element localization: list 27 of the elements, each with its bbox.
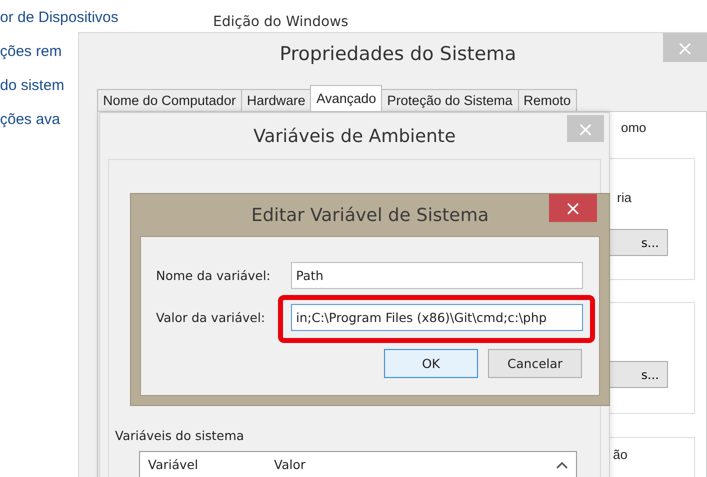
- dialog-title: Editar Variável de Sistema: [251, 204, 489, 226]
- field-label: Valor da variável:: [156, 310, 266, 325]
- tab[interactable]: Proteção do Sistema: [381, 89, 518, 111]
- panel-text: omo: [621, 120, 646, 135]
- sidebar-link[interactable]: ções ava: [0, 110, 60, 129]
- panel-text: ão: [613, 447, 628, 462]
- cancel-button[interactable]: Cancelar: [488, 349, 582, 378]
- window-title: Variáveis de Ambiente: [253, 126, 456, 146]
- field-label: Nome da variável:: [156, 268, 272, 283]
- input-field[interactable]: in;C:\Program Files (x86)\Git\cmd;c:\php: [291, 304, 583, 331]
- sidebar-link[interactable]: ções rem: [0, 42, 62, 61]
- close-button[interactable]: ×: [549, 194, 597, 222]
- group-label: Variáveis do sistema: [115, 428, 246, 443]
- section-heading: Edição do Windows: [213, 14, 348, 30]
- tab[interactable]: Nome do Computador: [97, 89, 242, 111]
- tab[interactable]: Hardware: [240, 89, 312, 111]
- input-field[interactable]: Path: [291, 262, 583, 289]
- window-title: Propriedades do Sistema: [280, 43, 516, 65]
- panel-text: ria: [617, 190, 632, 205]
- ok-button[interactable]: OK: [384, 349, 478, 378]
- column-header[interactable]: Valor: [274, 456, 306, 472]
- sidebar-link[interactable]: or de Dispositivos: [0, 8, 118, 27]
- tab[interactable]: Avançado: [310, 85, 382, 111]
- tab[interactable]: Remoto: [518, 89, 577, 111]
- scroll-up-icon[interactable]: [556, 461, 568, 469]
- column-header[interactable]: Variável: [140, 456, 274, 472]
- sidebar-link[interactable]: do sistem: [0, 76, 64, 95]
